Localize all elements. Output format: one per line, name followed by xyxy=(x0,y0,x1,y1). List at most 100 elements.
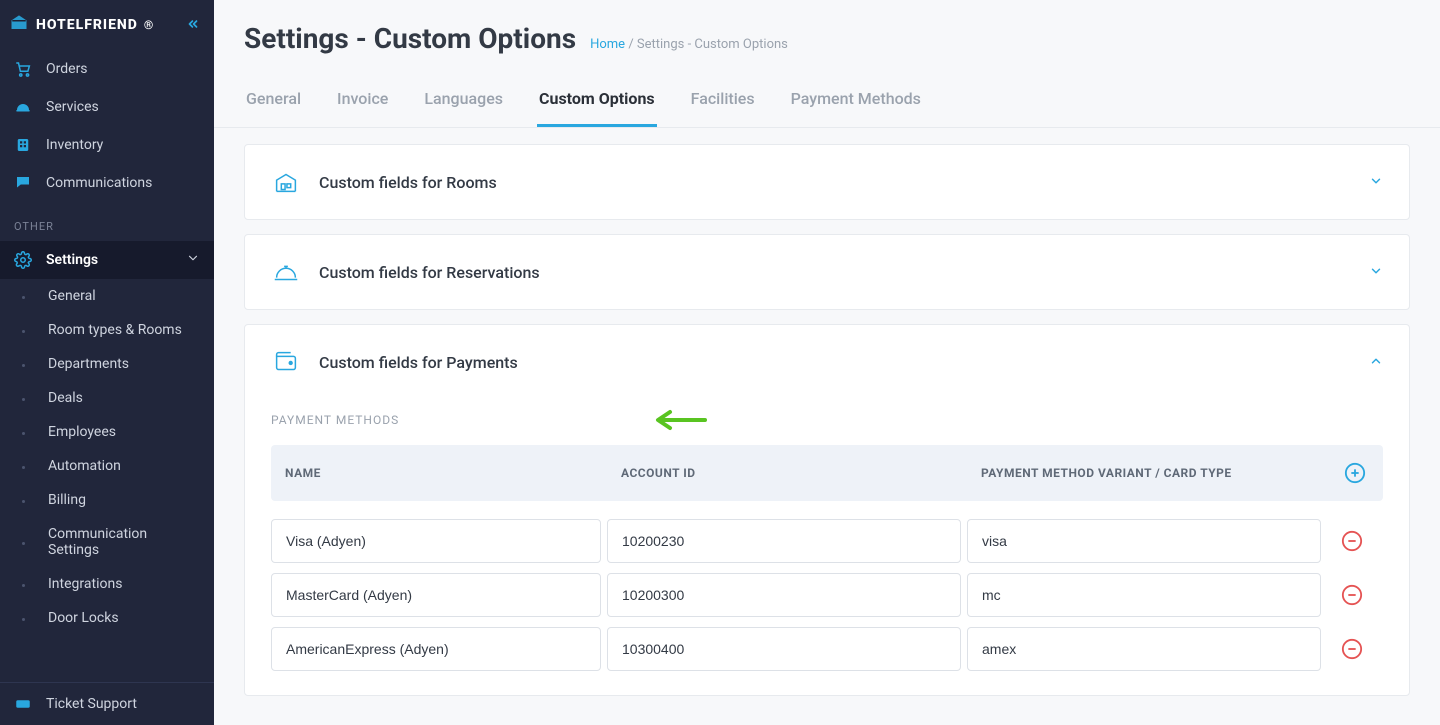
sidebar-sub-label: Employees xyxy=(48,424,116,440)
card-rooms-header[interactable]: Custom fields for Rooms xyxy=(245,145,1409,219)
ticket-icon xyxy=(14,695,32,713)
table-row xyxy=(271,563,1383,617)
wallet-icon xyxy=(271,347,301,377)
breadcrumb-current: Settings - Custom Options xyxy=(637,37,788,52)
sidebar-item-label: Settings xyxy=(46,252,98,268)
tab-label: General xyxy=(246,89,301,108)
sidebar-item-orders[interactable]: Orders xyxy=(0,50,214,88)
tab-label: Payment Methods xyxy=(791,89,921,108)
payment-name-input[interactable] xyxy=(271,573,601,617)
sidebar-footer-label: Ticket Support xyxy=(46,696,137,712)
chevron-down-icon xyxy=(1369,173,1383,192)
brand-logo-icon xyxy=(10,14,28,36)
sidebar-item-inventory[interactable]: Inventory xyxy=(0,126,214,164)
card-payments-header[interactable]: Custom fields for Payments xyxy=(245,325,1409,399)
chevron-down-icon xyxy=(1369,263,1383,282)
sidebar-sub-general[interactable]: General xyxy=(0,279,214,313)
sidebar-item-services[interactable]: Services xyxy=(0,88,214,126)
settings-tabs: General Invoice Languages Custom Options… xyxy=(214,75,1440,128)
arrow-annotation-icon xyxy=(650,405,710,439)
cloche-icon xyxy=(14,98,32,116)
sidebar-collapse-icon[interactable] xyxy=(186,16,200,35)
bell-icon xyxy=(271,257,301,287)
sidebar-section-other: OTHER xyxy=(0,202,214,241)
payment-variant-input[interactable] xyxy=(967,627,1321,671)
tab-facilities[interactable]: Facilities xyxy=(689,75,757,127)
col-header-actions xyxy=(1327,445,1383,501)
brand-name: HOTELFRIEND xyxy=(36,17,138,33)
sidebar-sub-label: Communication Settings xyxy=(48,526,200,558)
table-row xyxy=(271,501,1383,563)
chat-icon xyxy=(14,174,32,192)
sidebar-sub-label: General xyxy=(48,288,96,304)
sidebar-item-communications[interactable]: Communications xyxy=(0,164,214,202)
card-reservations-title: Custom fields for Reservations xyxy=(319,263,540,282)
sidebar-sub-communication-settings[interactable]: Communication Settings xyxy=(0,517,214,567)
card-payments-body: PAYMENT METHODS NAME ACCOUNT ID PAYMENT … xyxy=(245,399,1409,695)
tab-languages[interactable]: Languages xyxy=(422,75,505,127)
table-row xyxy=(271,617,1383,671)
col-header-variant: PAYMENT METHOD VARIANT / CARD TYPE xyxy=(967,445,1327,501)
card-rooms-title: Custom fields for Rooms xyxy=(319,173,497,192)
add-payment-method-button[interactable] xyxy=(1341,459,1369,487)
sidebar-sub-label: Integrations xyxy=(48,576,122,592)
remove-row-button[interactable] xyxy=(1338,581,1366,609)
tab-invoice[interactable]: Invoice xyxy=(335,75,390,127)
sidebar-header: HOTELFRIEND® xyxy=(0,0,214,50)
sidebar-sub-deals[interactable]: Deals xyxy=(0,381,214,415)
tab-label: Facilities xyxy=(691,89,755,108)
sidebar-sub-departments[interactable]: Departments xyxy=(0,347,214,381)
sidebar-sub-room-types[interactable]: Room types & Rooms xyxy=(0,313,214,347)
card-payments-title: Custom fields for Payments xyxy=(319,353,518,372)
tab-payment-methods[interactable]: Payment Methods xyxy=(789,75,923,127)
card-reservations: Custom fields for Reservations xyxy=(244,234,1410,310)
card-rooms: Custom fields for Rooms xyxy=(244,144,1410,220)
payment-name-input[interactable] xyxy=(271,519,601,563)
sidebar-sub-label: Automation xyxy=(48,458,121,474)
sidebar-item-label: Orders xyxy=(46,61,88,77)
sidebar-item-label: Services xyxy=(46,99,99,115)
main-content: Settings - Custom Options Home / Setting… xyxy=(214,0,1440,725)
payment-account-input[interactable] xyxy=(607,519,961,563)
content-area: Custom fields for Rooms Custom fields fo… xyxy=(214,128,1440,725)
sidebar-sub-label: Room types & Rooms xyxy=(48,322,182,338)
sidebar: HOTELFRIEND® Orders Services Inventory xyxy=(0,0,214,725)
payment-account-input[interactable] xyxy=(607,573,961,617)
gear-icon xyxy=(14,251,32,269)
room-icon xyxy=(271,167,301,197)
breadcrumb-home[interactable]: Home xyxy=(590,37,625,52)
tab-general[interactable]: General xyxy=(244,75,303,127)
card-reservations-header[interactable]: Custom fields for Reservations xyxy=(245,235,1409,309)
payment-variant-input[interactable] xyxy=(967,573,1321,617)
sidebar-scroll-area: Orders Services Inventory Communications… xyxy=(0,50,214,682)
tab-label: Languages xyxy=(424,89,503,108)
page-header: Settings - Custom Options Home / Setting… xyxy=(214,0,1440,63)
payment-methods-table: NAME ACCOUNT ID PAYMENT METHOD VARIANT /… xyxy=(271,445,1383,671)
cart-icon xyxy=(14,60,32,78)
sidebar-sub-label: Door Locks xyxy=(48,610,119,626)
sidebar-sub-employees[interactable]: Employees xyxy=(0,415,214,449)
payment-variant-input[interactable] xyxy=(967,519,1321,563)
card-payments: Custom fields for Payments PAYMENT METHO… xyxy=(244,324,1410,696)
payment-name-input[interactable] xyxy=(271,627,601,671)
chevron-down-icon xyxy=(186,251,200,269)
sidebar-item-label: Communications xyxy=(46,175,152,191)
sidebar-item-label: Inventory xyxy=(46,137,103,153)
sidebar-sub-automation[interactable]: Automation xyxy=(0,449,214,483)
sidebar-sub-door-locks[interactable]: Door Locks xyxy=(0,601,214,635)
remove-row-button[interactable] xyxy=(1338,527,1366,555)
col-header-name: NAME xyxy=(271,445,607,501)
tab-label: Invoice xyxy=(337,89,388,108)
tab-custom-options[interactable]: Custom Options xyxy=(537,75,657,127)
building-icon xyxy=(14,136,32,154)
sidebar-sub-label: Departments xyxy=(48,356,129,372)
breadcrumb: Home / Settings - Custom Options xyxy=(590,37,788,52)
sidebar-sub-label: Billing xyxy=(48,492,86,508)
sidebar-sub-billing[interactable]: Billing xyxy=(0,483,214,517)
sidebar-sub-integrations[interactable]: Integrations xyxy=(0,567,214,601)
payment-methods-section-label: PAYMENT METHODS xyxy=(271,413,1383,427)
sidebar-item-settings[interactable]: Settings xyxy=(0,241,214,279)
sidebar-ticket-support[interactable]: Ticket Support xyxy=(0,682,214,725)
payment-account-input[interactable] xyxy=(607,627,961,671)
remove-row-button[interactable] xyxy=(1338,635,1366,663)
